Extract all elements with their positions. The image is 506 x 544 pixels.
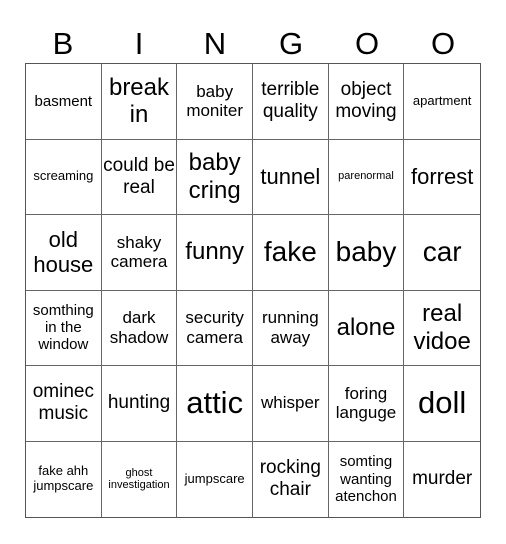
bingo-cell[interactable]: running away [252,290,329,366]
bingo-cell[interactable]: fake [252,215,329,291]
bingo-cell[interactable]: screaming [26,139,102,215]
bingo-cell[interactable]: alone [328,290,405,366]
bingo-cell[interactable]: object moving [328,64,405,140]
bingo-cell[interactable]: somting wanting atenchon [329,441,405,517]
bingo-cell[interactable]: hunting [101,366,178,442]
bingo-cell[interactable]: dark shadow [101,290,178,366]
bingo-cell[interactable]: doll [404,366,480,442]
bingo-cell[interactable]: somthing in the window [26,290,102,366]
bingo-cell[interactable]: baby moniter [177,64,253,140]
bingo-cell[interactable]: terrible quality [252,64,329,140]
bingo-cell[interactable]: funny [177,215,253,291]
bingo-cell[interactable]: ominec music [26,366,102,442]
bingo-cell[interactable]: murder [404,442,480,518]
bingo-cell[interactable]: real vidoe [404,291,480,366]
bingo-cell[interactable]: car [404,215,480,291]
bingo-cell[interactable]: attic [177,366,253,442]
bingo-cell[interactable]: fake ahh jumpscare [26,441,102,517]
bingo-cell[interactable]: foring languge [328,366,405,442]
bingo-cell[interactable]: baby cring [177,139,253,215]
header-letter-o: O [354,26,380,61]
bingo-cell[interactable]: could be real [101,139,178,215]
bingo-cell[interactable]: tunnel [252,139,329,215]
header-letter-i: I [134,26,144,61]
bingo-cell[interactable]: security camera [177,290,253,366]
bingo-header: B I N G O O [25,26,481,62]
header-letter-o-2: O [430,26,456,61]
bingo-cell[interactable]: jumpscare [177,441,253,517]
bingo-cell[interactable]: basment [26,64,102,140]
bingo-cell[interactable]: old house [26,215,102,291]
bingo-cell[interactable]: apartment [404,64,480,140]
bingo-cell[interactable]: shaky camera [101,215,178,291]
bingo-cell[interactable]: ghost investigation [102,441,178,517]
header-letter-n: N [203,26,227,61]
bingo-cell[interactable]: break in [101,64,178,140]
header-letter-b: B [52,26,74,61]
header-letter-g: G [278,26,304,61]
bingo-grid: basment break in baby moniter terrible q… [25,63,481,518]
bingo-cell[interactable]: forrest [404,140,480,215]
bingo-cell[interactable]: parenormal [328,139,405,215]
bingo-cell[interactable]: baby [328,215,405,291]
bingo-cell[interactable]: rocking chair [253,441,329,517]
bingo-cell[interactable]: whisper [252,366,329,442]
